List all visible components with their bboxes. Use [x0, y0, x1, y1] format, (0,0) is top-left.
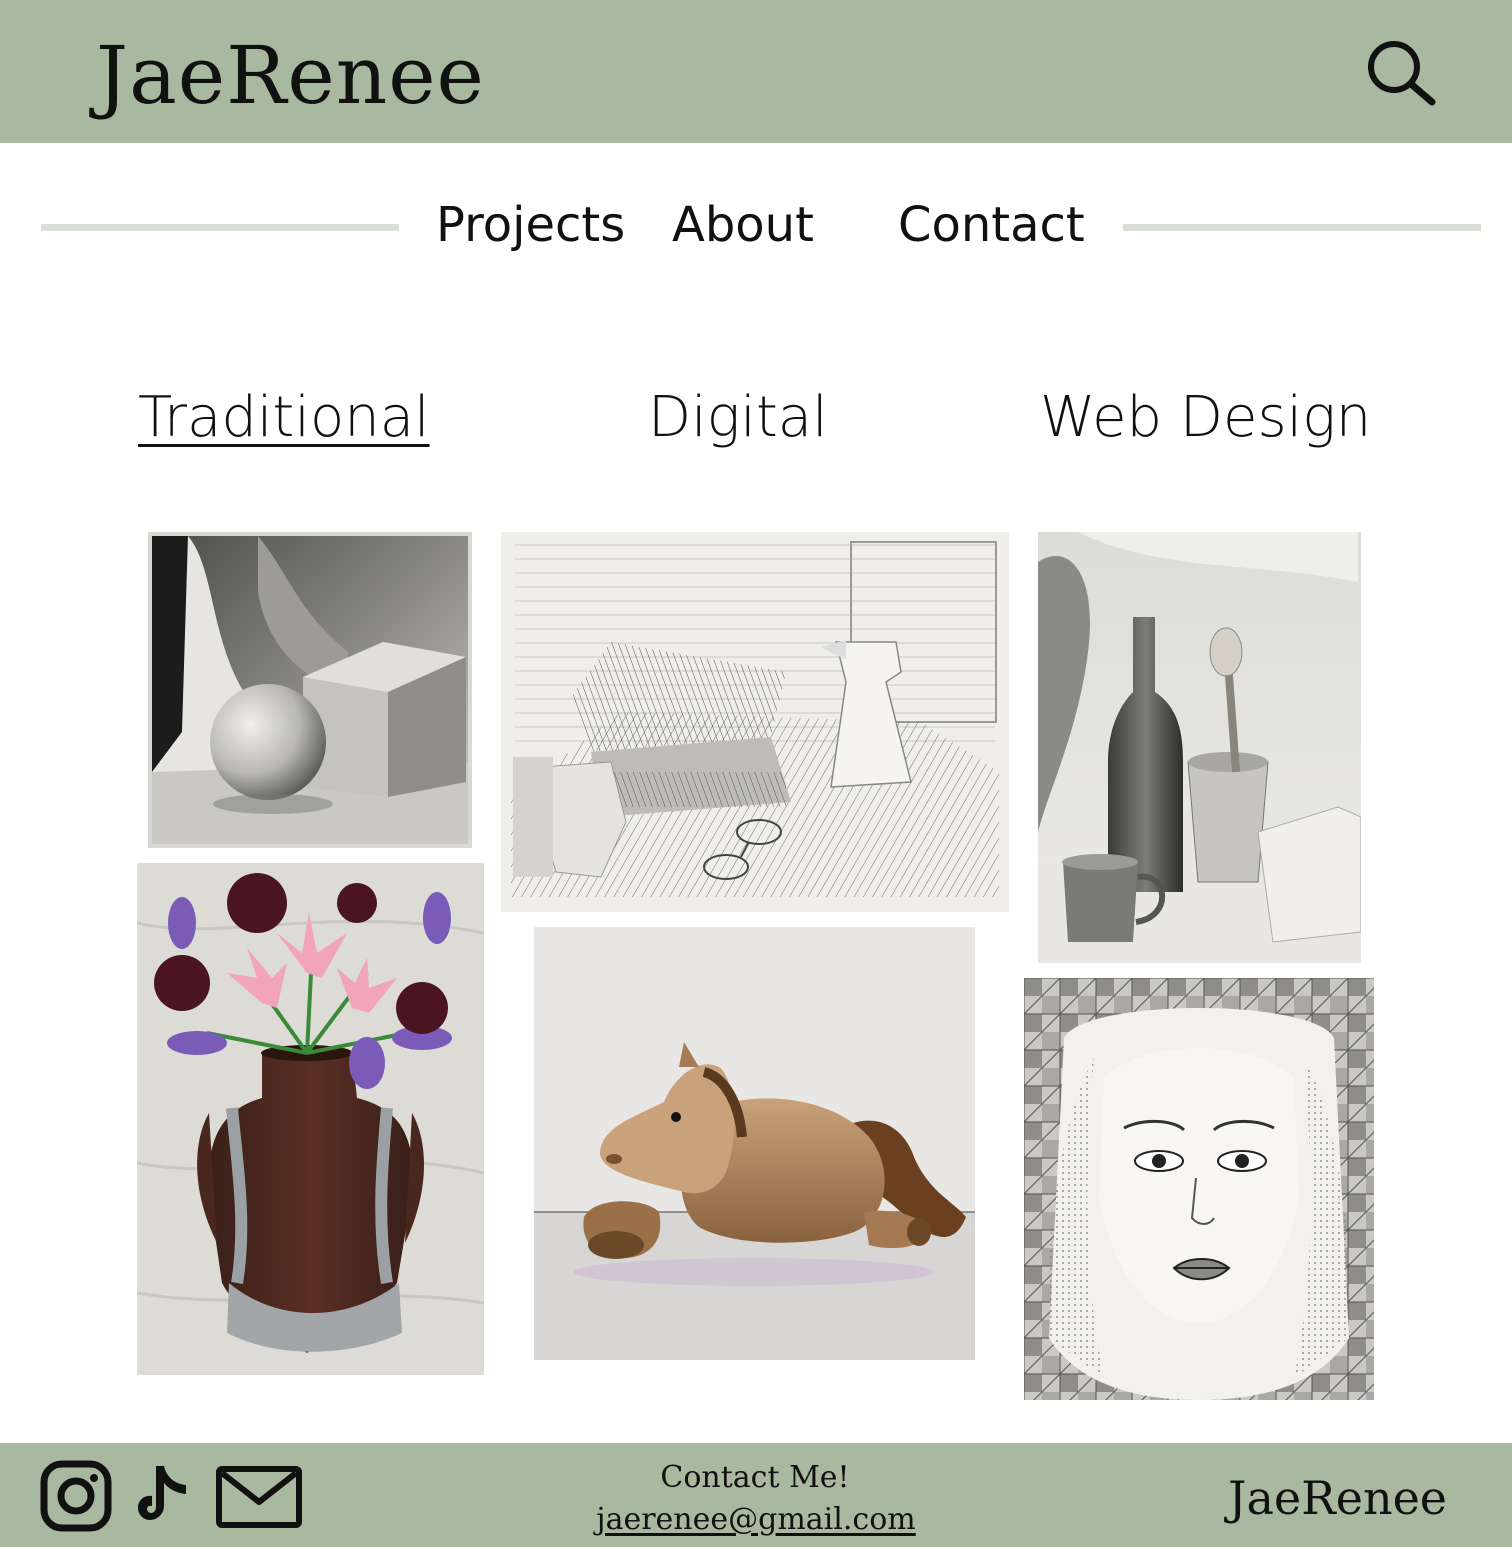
nav-divider-left — [41, 224, 399, 231]
artwork-crosshatch-still-life[interactable] — [501, 532, 1009, 912]
tab-digital[interactable]: Digital — [648, 384, 828, 452]
tab-traditional[interactable]: Traditional — [138, 384, 430, 452]
artwork-charcoal-still-life[interactable] — [148, 532, 472, 848]
footer-contact-title: Contact Me! — [660, 1460, 850, 1495]
mail-icon[interactable] — [216, 1466, 302, 1528]
nav-contact[interactable]: Contact — [898, 196, 1085, 254]
instagram-icon[interactable] — [40, 1460, 112, 1532]
tiktok-icon[interactable] — [134, 1462, 198, 1528]
footer-email-link[interactable]: jaerenee@gmail.com — [596, 1500, 916, 1540]
artwork-bottle-still-life[interactable] — [1038, 532, 1361, 963]
brand-logo[interactable]: JaeRenee — [96, 28, 485, 124]
nav-about[interactable]: About — [672, 196, 814, 254]
artwork-vase-torso-flowers[interactable] — [137, 863, 484, 1375]
site-header: JaeRenee — [0, 0, 1512, 143]
nav-projects[interactable]: Projects — [436, 196, 625, 254]
nav-divider-right — [1123, 224, 1481, 231]
artwork-plush-horse[interactable] — [534, 927, 975, 1360]
search-icon[interactable] — [1362, 34, 1442, 114]
footer-brand[interactable]: JaeRenee — [1228, 1470, 1447, 1526]
tab-web-design[interactable]: Web Design — [1040, 384, 1371, 452]
artwork-zentangle-portrait[interactable] — [1024, 978, 1374, 1400]
